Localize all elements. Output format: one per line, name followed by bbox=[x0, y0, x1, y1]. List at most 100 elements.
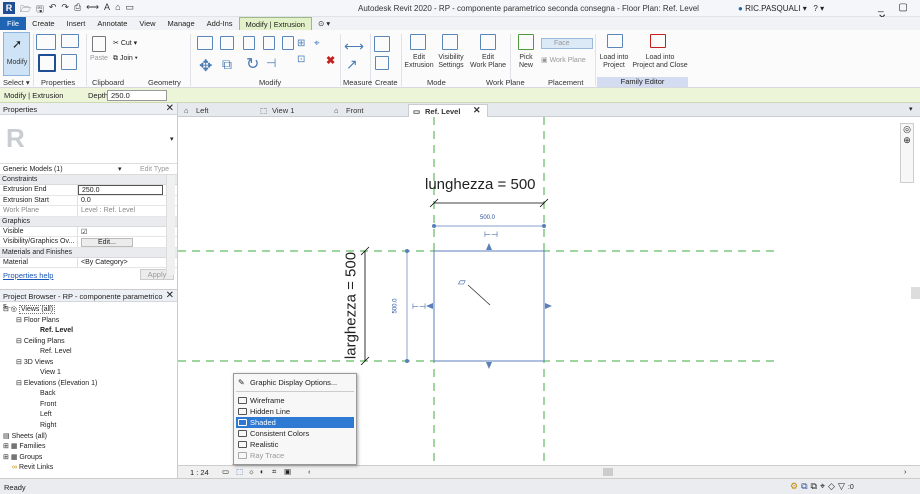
tree-view-1[interactable]: View 1 bbox=[40, 368, 61, 377]
measure-tool-icon[interactable]: ⟷ bbox=[344, 38, 364, 55]
tree-elevations[interactable]: ⊟ Elevations (Elevation 1) bbox=[16, 379, 97, 388]
edit-extrusion-label[interactable]: Edit Extrusion bbox=[402, 54, 436, 70]
save-icon[interactable]: 🖫 bbox=[36, 2, 44, 18]
sun-path-icon[interactable]: ☼ bbox=[248, 467, 255, 476]
close-icon[interactable]: ✕ bbox=[166, 290, 174, 301]
visibility-settings-label[interactable]: Visibility Settings bbox=[436, 54, 466, 70]
tab-manage[interactable]: Manage bbox=[162, 17, 201, 30]
dimension-label-width[interactable]: lunghezza = 500 bbox=[425, 176, 536, 193]
scale-selector[interactable]: 1 : 24 bbox=[190, 468, 209, 477]
dim-value-left[interactable]: 500.0 bbox=[393, 298, 399, 313]
close-icon[interactable]: ✕ bbox=[166, 103, 174, 114]
tree-3d-views[interactable]: ⊟ 3D Views bbox=[16, 358, 53, 367]
extrusion-end-input[interactable]: 250.0 bbox=[78, 185, 163, 195]
create-group-icon[interactable] bbox=[375, 56, 389, 70]
steering-wheel-icon[interactable]: ◎ bbox=[901, 124, 913, 135]
help-icon[interactable]: ? bbox=[813, 4, 817, 13]
scroll-right-icon[interactable]: › bbox=[904, 467, 907, 476]
visible-checkbox[interactable]: ☑ bbox=[78, 227, 177, 237]
tree-right[interactable]: Right bbox=[40, 421, 56, 430]
tree-ceiling-plans[interactable]: ⊟ Ceiling Plans bbox=[16, 337, 65, 346]
redo-icon[interactable]: ↷ bbox=[61, 2, 69, 18]
tree-left[interactable]: Left bbox=[40, 410, 52, 419]
undo-icon[interactable]: ↶ bbox=[49, 2, 57, 18]
pick-new-label[interactable]: Pick New bbox=[516, 54, 536, 70]
cut-button[interactable]: ✂ Cut ▾ bbox=[113, 39, 137, 47]
menu-hidden-line[interactable]: Hidden Line bbox=[236, 406, 354, 417]
tab-extra-icon[interactable]: ⊙ ▾ bbox=[312, 17, 336, 30]
move-icon[interactable]: ✥ bbox=[199, 56, 212, 76]
depth-input[interactable]: 250.0 bbox=[107, 90, 167, 101]
scroll-left-icon[interactable]: ‹ bbox=[308, 467, 311, 476]
tab-create[interactable]: Create bbox=[26, 17, 61, 30]
properties-icon[interactable] bbox=[38, 54, 56, 72]
default-3d-icon[interactable]: ⌂ bbox=[115, 2, 120, 18]
load-into-project-close-label[interactable]: Load into Project and Close bbox=[630, 54, 690, 70]
view-tab-view-1[interactable]: ⬚ View 1 bbox=[256, 104, 298, 117]
crop-icon[interactable]: ⌗ bbox=[272, 467, 276, 477]
visibility-settings-icon[interactable] bbox=[442, 34, 458, 50]
chevron-down-icon[interactable]: ▾ bbox=[170, 135, 174, 143]
menu-consistent-colors[interactable]: Consistent Colors bbox=[236, 428, 354, 439]
tab-annotate[interactable]: Annotate bbox=[91, 17, 133, 30]
type-properties-icon[interactable] bbox=[36, 34, 56, 50]
join-button[interactable]: ⧉ Join ▾ bbox=[113, 55, 138, 63]
tree-floor-plans[interactable]: ⊟ Floor Plans bbox=[16, 316, 59, 325]
properties-help-link[interactable]: Properties help bbox=[3, 271, 53, 280]
select-links-icon[interactable]: ⧉ bbox=[801, 481, 810, 491]
edit-work-plane-icon[interactable] bbox=[480, 34, 496, 50]
face-button[interactable]: Face bbox=[541, 38, 593, 49]
chevron-down-icon[interactable]: ▾ bbox=[118, 165, 122, 173]
panel-select[interactable]: Select ▾ bbox=[3, 78, 30, 87]
visual-style-icon[interactable]: ⬚ bbox=[236, 467, 243, 476]
view-tab-ref-level[interactable]: ▭ Ref. Level ✕ bbox=[408, 104, 488, 117]
measure-icon[interactable]: ⟷ bbox=[86, 2, 99, 18]
family-types-icon[interactable] bbox=[61, 34, 79, 48]
load-into-project-label[interactable]: Load into Project bbox=[596, 54, 632, 70]
close-icon[interactable]: ✕ bbox=[473, 105, 481, 116]
create-similar-icon[interactable] bbox=[374, 36, 390, 52]
tree-families[interactable]: ⊞ ▦ Families bbox=[3, 442, 45, 451]
edit-extrusion-icon[interactable] bbox=[410, 34, 426, 50]
section-constraints[interactable]: Constraints bbox=[0, 175, 177, 185]
tab-file[interactable]: File bbox=[0, 17, 27, 30]
revit-logo-icon[interactable]: R bbox=[3, 2, 15, 14]
tree-ref-level[interactable]: Ref. Level bbox=[40, 326, 73, 335]
load-into-project-close-icon[interactable] bbox=[650, 34, 666, 48]
section-materials[interactable]: Materials and Finishes bbox=[0, 247, 177, 258]
select-by-face-icon[interactable]: ◇ bbox=[828, 481, 838, 491]
extrusion-start-input[interactable]: 0.0 bbox=[78, 196, 177, 206]
menu-realistic[interactable]: Realistic bbox=[236, 439, 354, 450]
offset-icon[interactable] bbox=[220, 36, 234, 50]
section-graphics[interactable]: Graphics bbox=[0, 216, 177, 227]
worksharing-icon[interactable]: ⚙ bbox=[790, 481, 801, 491]
menu-graphic-display-options[interactable]: ✎ Graphic Display Options... bbox=[236, 377, 354, 388]
tree-front[interactable]: Front bbox=[40, 400, 56, 409]
trim-icon[interactable]: ⊣ bbox=[266, 56, 276, 70]
scale-icon[interactable]: ⊡ bbox=[297, 54, 305, 65]
zoom-icon[interactable]: ⊕ bbox=[901, 135, 913, 146]
select-underlay-icon[interactable]: ⧉ bbox=[811, 481, 820, 491]
view-tab-front[interactable]: ⌂ Front bbox=[330, 104, 368, 117]
tab-view[interactable]: View bbox=[133, 17, 161, 30]
tree-views-all[interactable]: ⊟ ◎ Views (all) bbox=[3, 305, 56, 314]
vertical-scrollbar[interactable] bbox=[911, 287, 920, 299]
mirror-draw-icon[interactable] bbox=[263, 36, 275, 50]
load-into-project-icon[interactable] bbox=[607, 34, 623, 48]
delete-icon[interactable]: ✖ bbox=[326, 54, 335, 67]
dim-value-top[interactable]: 500.0 bbox=[480, 215, 495, 221]
array-icon[interactable]: ⊞ bbox=[297, 38, 305, 49]
tree-revit-links[interactable]: ∞ Revit Links bbox=[12, 463, 53, 472]
paste-icon[interactable] bbox=[92, 36, 106, 52]
split-icon[interactable] bbox=[282, 36, 294, 50]
align-icon[interactable] bbox=[197, 36, 213, 50]
pick-new-icon[interactable] bbox=[518, 34, 534, 50]
user-account[interactable]: ● RIC.PASQUALI ▾ ? ▾ bbox=[738, 4, 824, 13]
select-pinned-icon[interactable]: ⌖ bbox=[820, 481, 828, 491]
crop-region-icon[interactable]: ▣ bbox=[284, 467, 291, 476]
edit-button[interactable]: Edit... bbox=[81, 238, 133, 247]
tab-insert[interactable]: Insert bbox=[61, 17, 92, 30]
modify-button[interactable]: ➚ Modify bbox=[3, 32, 30, 76]
type-selector[interactable]: Generic Models (1) bbox=[3, 166, 123, 173]
filter-icon[interactable]: ▽ bbox=[838, 481, 848, 491]
